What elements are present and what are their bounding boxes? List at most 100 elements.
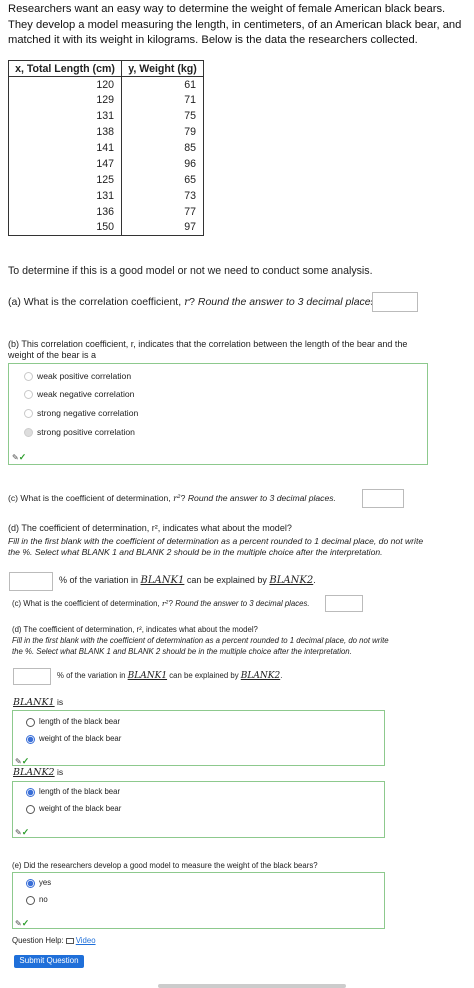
question-c: (c) What is the coefficient of determina…	[8, 493, 336, 505]
option-label: weight of the black bear	[39, 804, 122, 813]
blank1-is: is	[54, 697, 64, 707]
sentence-text: .	[280, 671, 283, 680]
video-link[interactable]: Video	[76, 936, 96, 945]
question-d-sentence: % of the variation in BLANK1 can be expl…	[59, 575, 316, 586]
percent-input[interactable]	[9, 572, 53, 591]
radio-button[interactable]	[24, 372, 33, 381]
correlation-input[interactable]	[372, 292, 418, 312]
blank1-heading: BLANK1 is	[13, 697, 63, 708]
question-c-suffix: ?	[168, 599, 174, 608]
question-a-text: (a) What is the correlation coefficient,	[8, 296, 185, 308]
option-no[interactable]: no	[26, 895, 48, 906]
question-d-text: (d) The coefficient of determination, r²…	[8, 523, 292, 533]
question-c-instruction: Round the answer to 3 decimal places.	[187, 493, 336, 503]
check-icon: ✓	[21, 918, 30, 928]
table-cell: 131	[8, 108, 122, 125]
table-row: 147 96	[8, 155, 204, 172]
check-icon: ✓	[18, 452, 27, 462]
sentence-text: can be explained by	[167, 671, 241, 680]
table-cell: 141	[8, 140, 122, 156]
option-weak-positive[interactable]: weak positive correlation	[24, 371, 131, 382]
question-c-repeat: (c) What is the coefficient of determina…	[12, 599, 310, 610]
option-strong-positive[interactable]: strong positive correlation	[24, 427, 135, 438]
option-yes[interactable]: yes	[26, 878, 51, 889]
blank2-placeholder: BLANK2	[240, 671, 281, 681]
blank1-placeholder: BLANK1	[127, 671, 168, 681]
question-e-feedback: ✎✓	[15, 913, 29, 931]
radio-button[interactable]	[26, 895, 35, 905]
radio-button-selected[interactable]	[26, 734, 35, 744]
question-a-instruction: Round the answer to 3 decimal places.	[197, 296, 379, 308]
pen-icon: ✎	[15, 828, 22, 837]
sentence-text: can be explained by	[184, 575, 270, 585]
question-e-text: (e) Did the researchers develop a good m…	[12, 861, 318, 870]
problem-intro: Researchers want an easy way to determin…	[8, 3, 462, 46]
table-cell: 97	[121, 219, 204, 236]
submit-question-button[interactable]: Submit Question	[14, 955, 84, 968]
question-d-instruction-repeat: Fill in the first blank with the coeffic…	[12, 636, 389, 656]
option-strong-negative[interactable]: strong negative correlation	[24, 408, 138, 419]
blank1-option-weight[interactable]: weight of the black bear	[26, 734, 121, 745]
option-label: weak negative correlation	[37, 389, 135, 399]
table-cell: 120	[8, 76, 122, 93]
check-icon: ✓	[21, 827, 30, 837]
horizontal-scrollbar[interactable]	[158, 984, 346, 988]
question-a: (a) What is the correlation coefficient,…	[8, 296, 379, 309]
table-header-row: x, Total Length (cm) y, Weight (kg)	[8, 60, 204, 77]
table-cell: 75	[121, 108, 204, 125]
table-cell: 125	[8, 171, 122, 188]
table-row: 125 65	[8, 171, 204, 188]
determination-input[interactable]	[362, 489, 404, 508]
question-b-feedback: ✎✓	[12, 447, 26, 465]
percent-input-repeat[interactable]	[13, 668, 51, 685]
question-c-var: r²	[173, 494, 181, 504]
blank2-option-length[interactable]: length of the black bear	[26, 787, 120, 798]
table-cell: 71	[121, 92, 204, 109]
question-c-var: r²	[161, 599, 169, 608]
question-help: Question Help: Video	[12, 936, 96, 947]
blank1-placeholder: BLANK1	[140, 575, 185, 586]
question-d-text-repeat: (d) The coefficient of determination, r²…	[12, 625, 258, 634]
radio-button[interactable]	[26, 717, 35, 727]
radio-button[interactable]	[24, 390, 33, 399]
radio-button[interactable]	[26, 804, 35, 814]
question-c-instruction: Round the answer to 3 decimal places.	[175, 599, 310, 608]
table-cell: 131	[8, 187, 122, 204]
table-row: 136 77	[8, 203, 204, 220]
question-help-label: Question Help:	[12, 936, 64, 945]
table-row: 129 71	[8, 92, 204, 109]
table-cell: 150	[8, 219, 122, 236]
determination-input-repeat[interactable]	[325, 595, 363, 612]
analysis-text: To determine if this is a good model or …	[8, 265, 373, 277]
radio-button[interactable]	[24, 409, 33, 418]
table-cell: 65	[121, 171, 204, 188]
sentence-text: .	[313, 575, 316, 585]
column-header-y: y, Weight (kg)	[121, 60, 204, 77]
blank2-option-weight[interactable]: weight of the black bear	[26, 804, 121, 815]
radio-button-selected[interactable]	[26, 787, 35, 797]
table-cell: 77	[121, 203, 204, 220]
blank2-placeholder: BLANK2	[269, 575, 314, 586]
option-label: strong positive correlation	[37, 427, 135, 437]
pen-icon: ✎	[15, 919, 22, 928]
option-label: weight of the black bear	[39, 734, 122, 743]
question-d-instruction: Fill in the first blank with the coeffic…	[8, 536, 424, 557]
table-cell: 61	[121, 76, 204, 93]
column-header-x: x, Total Length (cm)	[8, 60, 122, 77]
option-weak-negative[interactable]: weak negative correlation	[24, 389, 134, 400]
table-cell: 73	[121, 187, 204, 204]
radio-button-selected[interactable]	[26, 878, 35, 888]
blank2-heading: BLANK2 is	[13, 767, 63, 778]
question-c-text: (c) What is the coefficient of determina…	[12, 599, 162, 608]
table-row: 120 61	[8, 76, 204, 93]
option-label: strong negative correlation	[37, 408, 139, 418]
table-cell: 138	[8, 124, 122, 141]
radio-button-selected[interactable]	[24, 428, 33, 437]
table-cell: 79	[121, 124, 204, 141]
table-cell: 129	[8, 92, 122, 109]
blank2-feedback: ✎✓	[15, 822, 29, 840]
question-d-sentence-repeat: % of the variation in BLANK1 can be expl…	[57, 671, 282, 682]
question-c-suffix: ?	[180, 493, 186, 503]
blank1-option-length[interactable]: length of the black bear	[26, 717, 120, 728]
data-table: x, Total Length (cm) y, Weight (kg) 120 6…	[8, 60, 204, 236]
